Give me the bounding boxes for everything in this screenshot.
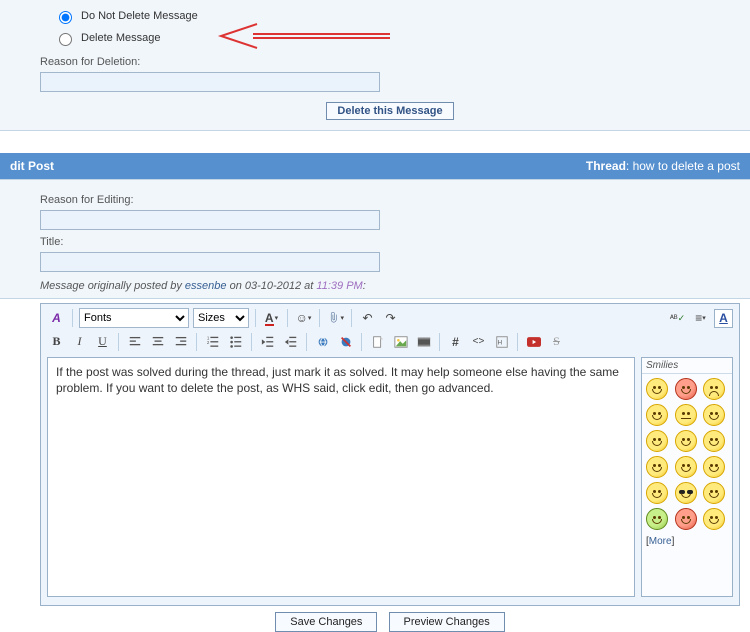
bold-icon[interactable]: B [47,332,66,351]
preview-changes-button[interactable]: Preview Changes [389,612,505,632]
message-textarea[interactable] [47,357,635,597]
attach-icon[interactable]: ▾ [326,309,345,328]
text-color-icon[interactable]: A▾ [262,309,281,328]
smile-cry-icon[interactable] [675,456,697,478]
underline-icon[interactable]: U [93,332,112,351]
spellcheck-icon[interactable]: ᴬᴮ✓ [668,309,687,328]
reason-edit-input[interactable] [40,210,380,230]
code-icon[interactable]: <> [469,332,488,351]
smile-zip-icon[interactable] [703,482,725,504]
smilies-panel: Smilies [641,357,733,597]
switch-mode-icon[interactable]: A [714,309,733,328]
unlink-icon[interactable] [336,332,355,351]
align-right-icon[interactable] [171,332,190,351]
font-select[interactable]: Fonts [79,308,189,328]
unordered-list-icon[interactable] [226,332,245,351]
html-icon[interactable]: H [492,332,511,351]
msg-prefix: Message originally posted by [40,280,185,292]
smile-huh-icon[interactable] [703,430,725,452]
msg-mid: on 03-10-2012 at [227,280,317,292]
smile-neutral-icon[interactable] [675,404,697,426]
svg-text:2: 2 [206,339,209,344]
radio-delete[interactable] [59,33,72,46]
remove-format-icon[interactable]: A [47,309,66,328]
radio-do-not-delete[interactable] [59,11,72,24]
italic-icon[interactable]: I [70,332,89,351]
thread-info: Thread: how to delete a post [586,159,740,173]
more-smilies-link[interactable]: More [649,536,672,547]
svg-text:H: H [497,339,501,346]
ordered-list-icon[interactable]: 12 [203,332,222,351]
size-select[interactable]: Sizes [193,308,249,328]
smile-shock-icon[interactable] [646,482,668,504]
smile-sad-icon[interactable] [703,378,725,400]
smile-icon[interactable] [646,378,668,400]
rich-text-editor: A Fonts Sizes A▾ ☺▾ ▾ ↶ ↷ ᴬᴮ✓ ≡▾ [40,303,740,606]
author-link[interactable]: essenbe [185,280,227,292]
smilies-heading: Smilies [642,358,732,374]
insert-image-icon[interactable] [391,332,410,351]
smile-confused-icon[interactable] [675,378,697,400]
smile-sick-icon[interactable] [646,508,668,530]
hash-icon[interactable]: # [446,332,465,351]
smile-wink-icon[interactable] [646,430,668,452]
msg-time: 11:39 PM [316,280,362,292]
smile-cool-icon[interactable] [675,482,697,504]
redo-icon[interactable]: ↷ [381,309,400,328]
title-input[interactable] [40,252,380,272]
save-changes-button[interactable]: Save Changes [275,612,377,632]
outdent-icon[interactable] [258,332,277,351]
smile-geek-icon[interactable] [703,404,725,426]
smile-sarc-icon[interactable] [703,508,725,530]
radio-delete-label: Delete Message [81,32,161,44]
msg-suffix: : [363,280,366,292]
undo-icon[interactable]: ↶ [358,309,377,328]
insert-file-icon[interactable] [368,332,387,351]
indent-icon[interactable] [281,332,300,351]
section-title: dit Post [10,159,54,173]
insert-video-icon[interactable] [414,332,433,351]
smile-roll-icon[interactable] [675,430,697,452]
smile-sleep-icon[interactable] [646,456,668,478]
reason-edit-label: Reason for Editing: [40,194,740,206]
title-label: Title: [40,236,740,248]
toolbar-menu-icon[interactable]: ≡▾ [691,309,710,328]
radio-do-not-delete-label: Do Not Delete Message [81,10,198,22]
smiley-icon[interactable]: ☺▾ [294,309,313,328]
align-center-icon[interactable] [148,332,167,351]
smile-grin-icon[interactable] [646,404,668,426]
strikethrough-icon[interactable]: S [547,332,566,351]
reason-delete-input[interactable] [40,72,380,92]
reason-delete-label: Reason for Deletion: [40,56,740,68]
link-icon[interactable] [313,332,332,351]
align-left-icon[interactable] [125,332,144,351]
youtube-icon[interactable] [524,332,543,351]
delete-message-button[interactable]: Delete this Message [326,102,453,120]
smile-devil-icon[interactable] [675,508,697,530]
smile-party-icon[interactable] [703,456,725,478]
